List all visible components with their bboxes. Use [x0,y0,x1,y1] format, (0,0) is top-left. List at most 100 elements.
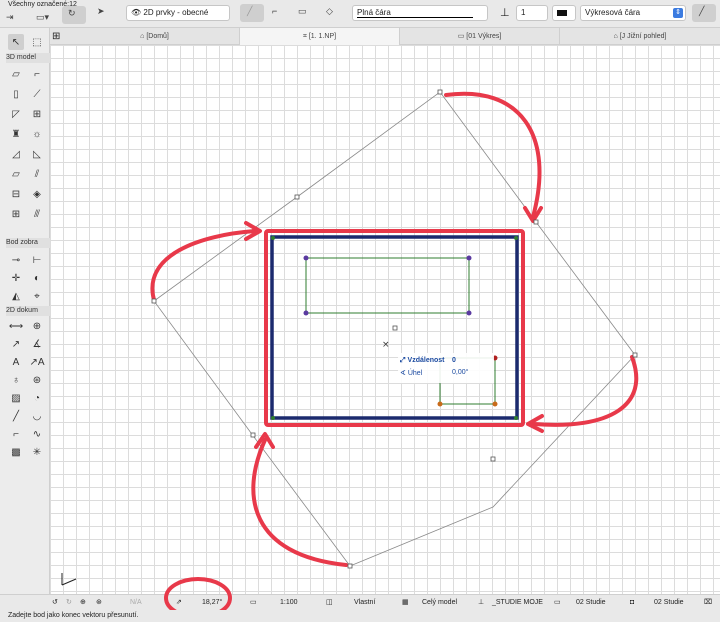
handle[interactable] [392,325,398,331]
line-geometry-straight[interactable]: ╱ [240,4,264,22]
line-category-select[interactable]: Výkresová čára ⇕ [580,5,686,21]
handle[interactable] [632,352,638,358]
pen-number-field[interactable]: 1 [516,5,548,21]
elevation-tool[interactable]: ⊢ [29,252,45,268]
handle[interactable] [490,456,496,462]
roof-tool[interactable]: ◿ [8,146,24,162]
arrow-icon: ↖ [11,36,21,48]
vertex[interactable] [466,255,472,261]
angle-dimension-tool[interactable]: ∡ [29,336,45,352]
vertex[interactable] [466,310,472,316]
lamp-tool[interactable]: ☼ [29,126,45,142]
revision-tool[interactable]: ◔ [29,390,45,406]
pointer-tool-dropdown[interactable]: ➤ [92,4,116,22]
marquee-dropdown[interactable]: ▭▾ [36,12,58,24]
tab-overview-icon[interactable]: ⊞ [52,31,60,42]
zoom-fit-icon[interactable]: ⊛ [96,595,102,611]
figure-tool[interactable]: ▨ [8,390,24,406]
tab-elevation[interactable]: ⌂ [J Jižní pohled] [560,28,720,45]
label-tool[interactable]: ↗A [29,354,45,370]
morph-tool[interactable]: ◈ [29,186,45,202]
marquee-tool[interactable]: ⬚ [29,34,45,50]
structure-display[interactable]: Vlastní [354,595,375,611]
beam-tool[interactable]: ⟋ [29,86,45,102]
tab-layout[interactable]: ▭ [01 Výkres] [400,28,560,45]
handle[interactable] [347,563,353,569]
zoom-in-icon[interactable]: ⊕ [80,595,86,611]
handle[interactable] [250,432,256,438]
vertex[interactable] [303,310,309,316]
selection-arrow-dropdown[interactable]: ⇥ [6,12,26,24]
line-tool[interactable]: ╱ [8,408,24,424]
stair-tool[interactable]: ⫽ [29,166,45,182]
redo-icon[interactable]: ↻ [66,595,72,611]
arc-tool[interactable]: ◡ [29,408,45,424]
pen-color-button[interactable] [552,5,576,21]
palette-section-2d[interactable]: 2D dokum [6,306,50,316]
green-rectangle-upper[interactable] [305,257,470,314]
vertex[interactable] [514,236,518,240]
spline-tool[interactable]: ∿ [29,426,45,442]
handle[interactable] [294,194,300,200]
vertex[interactable] [492,401,498,407]
line-geometry-polyline[interactable]: ⌐ [266,4,288,22]
lock-icon[interactable]: ⌧ [704,595,712,611]
grid-tool[interactable]: ⊛ [29,372,45,388]
object-tool[interactable]: ♜ [8,126,24,142]
pin-tool[interactable]: ♁ [8,372,24,388]
tab-home[interactable]: ⌂ [Domů] [70,28,240,45]
rotate-button[interactable]: ↻ [62,6,86,24]
scale-value[interactable]: 1:100 [280,595,298,611]
column-tool[interactable]: ⌐ [29,66,45,82]
handle[interactable] [151,298,157,304]
section-tool[interactable]: ⊸ [8,252,24,268]
shell-tool[interactable]: ◺ [29,146,45,162]
layer-combo[interactable]: 👁 2D prvky - obecné [126,5,230,21]
vertex[interactable] [437,401,443,407]
radial-dimension-tool[interactable]: ↗ [8,336,24,352]
floor-plan-canvas[interactable]: × ⤢ Vzdálenost 0 ∢ Úhel 0,00° [50,45,720,594]
hotspot-tool[interactable]: ✳ [29,444,45,460]
handle[interactable] [437,89,443,95]
line-geometry-rotated-rectangle[interactable]: ◇ [320,4,344,22]
camera-tool[interactable]: ⌖ [29,288,45,304]
view-set[interactable]: 02 Studie [654,595,684,611]
distance-value[interactable]: 0 [452,357,456,364]
center-cross-icon: × [382,340,390,350]
fill-tool[interactable]: ▩ [8,444,24,460]
zone-tool[interactable]: ⊞ [8,206,24,222]
palette-section-3d[interactable]: 3D model [6,53,50,63]
vertex[interactable] [271,416,275,420]
window-tool[interactable]: ◸ [8,106,24,122]
door-tool[interactable]: ▯ [8,86,24,102]
level-dimension-tool[interactable]: ⊕ [29,318,45,334]
angle-value[interactable]: 0,00° [452,369,468,376]
interior-elevation-tool[interactable]: ✛ [8,270,24,286]
mesh-tool[interactable]: ⊟ [8,186,24,202]
detail-tool[interactable]: ◭ [8,288,24,304]
vertex[interactable] [271,236,275,240]
renovation-filter[interactable]: _STUDIE MOJE [492,595,543,611]
text-tool[interactable]: A [8,354,24,370]
tracker-distance-row[interactable]: ⤢ Vzdálenost [400,357,445,365]
dimension-tool[interactable]: ⟷ [8,318,24,334]
handle[interactable] [533,219,539,225]
line-type-combo[interactable]: Plná čára [352,5,488,21]
palette-section-viewpoint[interactable]: Bod zobra [6,238,50,248]
curtain-wall-tool[interactable]: ⊞ [29,106,45,122]
polyline-tool[interactable]: ⌐ [8,426,24,442]
line-geometry-rectangle[interactable]: ▭ [292,4,316,22]
undo-icon[interactable]: ↺ [52,595,58,611]
vertex[interactable] [514,416,518,420]
wall-tool[interactable]: ▱ [8,66,24,82]
settings-dialog-button[interactable]: ╱ [692,4,716,22]
model-view-options[interactable]: Celý model [422,595,457,611]
arrow-tool[interactable]: ↖ [8,34,24,50]
tracker-angle-row[interactable]: ∢ Úhel [400,369,422,377]
railing-tool[interactable]: ⫻ [29,206,45,222]
vertex[interactable] [303,255,309,261]
tab-floor-plan[interactable]: ⌗ [1. 1.NP] [240,28,400,45]
pen-set[interactable]: 02 Studie [576,595,606,611]
worksheet-tool[interactable]: ◐ [29,270,45,286]
slab-tool[interactable]: ▱ [8,166,24,182]
